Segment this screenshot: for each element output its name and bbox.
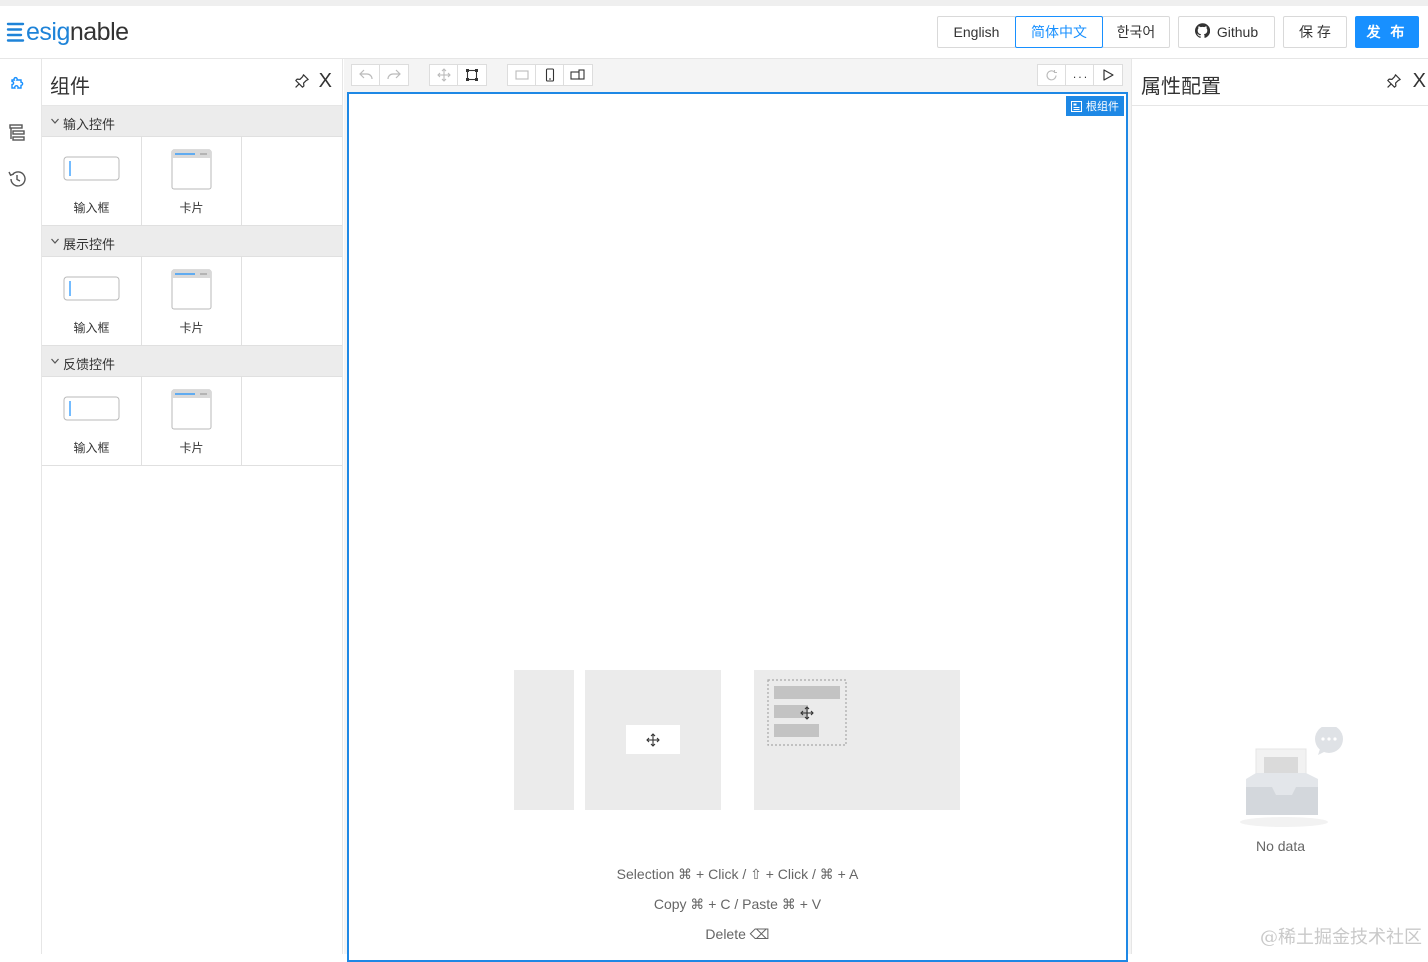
component-puzzle-icon[interactable] <box>5 72 29 96</box>
component-group-header[interactable]: 展示控件 <box>42 226 342 257</box>
component-item-input[interactable]: 输入框 <box>42 137 142 226</box>
save-button[interactable]: 保 存 <box>1283 16 1347 48</box>
component-item-input[interactable]: 输入框 <box>42 257 142 346</box>
component-item-label: 输入框 <box>42 439 141 456</box>
component-group-items: 输入框 卡片 <box>42 137 342 226</box>
svg-text:{...}: {...} <box>1072 71 1088 81</box>
input-component-icon <box>42 396 141 422</box>
component-item-placeholder <box>242 137 342 226</box>
app-header: esignable English 简体中文 한국어 Github 保 存 发 … <box>0 0 1428 59</box>
component-icon <box>1071 101 1082 112</box>
shortcut-hint-selection: Selection ⌘ + Click / ⇧ + Click / ⌘ + A <box>349 866 1126 883</box>
logo[interactable]: esignable <box>6 16 129 48</box>
properties-panel-header: 属性配置 X <box>1132 59 1428 106</box>
shortcut-hint-copy-paste: Copy ⌘ + C / Paste ⌘ + V <box>349 896 1126 913</box>
components-panel: 组件 X 输入控件 输入框 卡片 展示控件 输入框 卡片 <box>42 59 343 954</box>
move-icon[interactable] <box>430 65 458 85</box>
input-component-icon <box>42 276 141 302</box>
action-toolbar-group: {...} <box>1037 64 1123 86</box>
chevron-down-icon <box>50 354 60 369</box>
canvas-toolbar: {...} <box>344 59 1131 91</box>
lang-english-button[interactable]: English <box>937 16 1016 48</box>
github-button[interactable]: Github <box>1178 16 1275 48</box>
viewport-toolbar-group <box>507 64 593 86</box>
component-item-input[interactable]: 输入框 <box>42 377 142 466</box>
empty-state-text: No data <box>1132 838 1428 854</box>
component-item-label: 输入框 <box>42 199 141 216</box>
component-item-card[interactable]: 卡片 <box>142 137 242 226</box>
properties-panel-close-button[interactable]: X <box>1413 71 1426 91</box>
left-icon-bar <box>0 59 42 954</box>
component-group-header[interactable]: 反馈控件 <box>42 346 342 377</box>
component-group-label: 展示控件 <box>63 234 115 253</box>
logo-text: esignable <box>26 16 129 48</box>
responsive-view-icon[interactable] <box>564 65 592 85</box>
component-group-items: 输入框 卡片 <box>42 257 342 346</box>
selection-icon[interactable] <box>458 65 486 85</box>
root-component-badge[interactable]: 根组件 <box>1066 96 1124 116</box>
component-group-label: 反馈控件 <box>63 354 115 373</box>
component-item-placeholder <box>242 377 342 466</box>
canvas-workspace: 根组件 Selection ⌘ + Click / ⇧ + Click <box>344 91 1131 954</box>
input-component-icon <box>42 156 141 182</box>
lang-chinese-button[interactable]: 简体中文 <box>1015 16 1103 48</box>
mobile-view-icon[interactable] <box>536 65 564 85</box>
component-item-label: 卡片 <box>142 439 241 456</box>
empty-inbox-icon <box>1238 727 1346 829</box>
card-component-icon <box>142 269 241 311</box>
component-item-placeholder <box>242 257 342 346</box>
undo-icon[interactable] <box>352 65 380 85</box>
properties-panel-title: 属性配置 <box>1141 70 1221 99</box>
mode-toolbar-group <box>429 64 487 86</box>
chevron-down-icon <box>50 234 60 249</box>
watermark: @稀土掘金技术社区 <box>1260 923 1422 949</box>
card-component-icon <box>142 389 241 431</box>
component-group-items: 输入框 卡片 <box>42 377 342 466</box>
desktop-view-icon[interactable] <box>508 65 536 85</box>
component-item-label: 输入框 <box>42 319 141 336</box>
history-icon[interactable] <box>5 167 29 191</box>
empty-canvas-illustration <box>514 668 964 810</box>
preview-play-icon[interactable] <box>1094 65 1122 85</box>
history-toolbar-group <box>351 64 409 86</box>
redo-icon[interactable] <box>380 65 408 85</box>
lang-korean-button[interactable]: 한국어 <box>1102 16 1170 48</box>
code-schema-icon[interactable]: {...} <box>1066 65 1094 85</box>
properties-panel: 属性配置 X No data <box>1131 59 1428 954</box>
component-group-label: 输入控件 <box>63 114 115 133</box>
components-panel-title: 组件 <box>50 70 90 99</box>
chevron-down-icon <box>50 114 60 129</box>
publish-button[interactable]: 发 布 <box>1355 16 1419 48</box>
logo-mark-icon <box>6 21 26 43</box>
github-label: Github <box>1217 24 1258 40</box>
card-component-icon <box>142 149 241 191</box>
component-item-label: 卡片 <box>142 319 241 336</box>
shortcut-hint-delete: Delete ⌫ <box>349 926 1126 943</box>
component-item-card[interactable]: 卡片 <box>142 257 242 346</box>
component-item-card[interactable]: 卡片 <box>142 377 242 466</box>
outline-tree-icon[interactable] <box>5 120 29 144</box>
design-canvas[interactable]: 根组件 Selection ⌘ + Click / ⇧ + Click <box>347 92 1128 962</box>
component-item-label: 卡片 <box>142 199 241 216</box>
root-component-label: 根组件 <box>1086 98 1119 114</box>
pin-icon[interactable] <box>1386 73 1402 94</box>
refresh-icon[interactable] <box>1038 65 1066 85</box>
github-icon <box>1195 23 1210 41</box>
components-panel-header: 组件 X <box>42 59 342 106</box>
pin-icon[interactable] <box>294 73 310 94</box>
components-panel-close-button[interactable]: X <box>319 71 332 91</box>
component-group-header[interactable]: 输入控件 <box>42 106 342 137</box>
